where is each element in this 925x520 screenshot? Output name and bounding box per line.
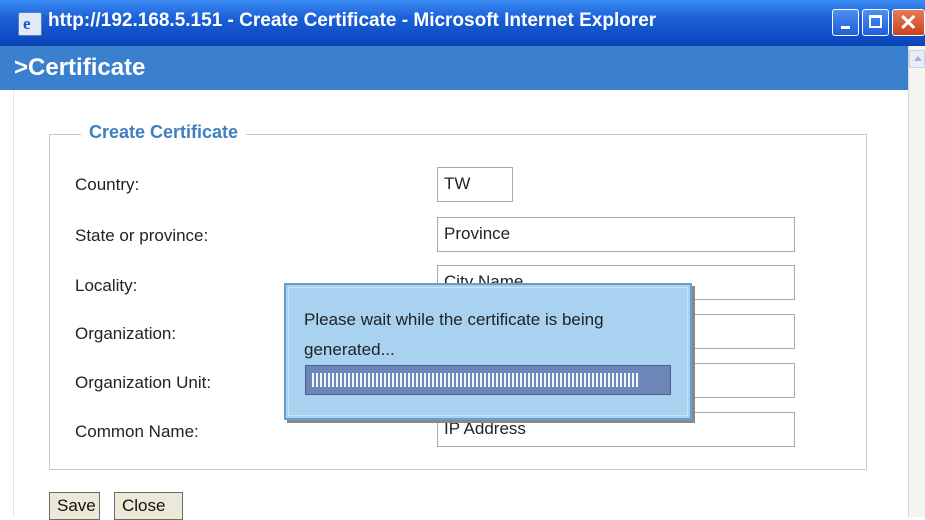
close-button[interactable]: Close [114, 492, 183, 520]
state-field[interactable]: Province [437, 217, 795, 252]
window-titlebar[interactable]: e http://192.168.5.151 - Create Certific… [0, 0, 925, 46]
organization-unit-label: Organization Unit: [75, 373, 212, 392]
vertical-scrollbar[interactable] [908, 46, 925, 517]
country-label: Country: [75, 175, 140, 194]
maximize-button[interactable] [862, 9, 889, 36]
close-window-button[interactable]: ✕ [892, 9, 925, 36]
minimize-icon [841, 26, 850, 29]
country-field[interactable]: TW [437, 167, 513, 202]
page-header: >Certificate [0, 46, 908, 90]
scroll-up-button[interactable] [909, 50, 925, 68]
state-label: State or province: [75, 226, 209, 245]
minimize-button[interactable] [832, 9, 859, 36]
organization-label: Organization: [75, 324, 177, 343]
maximize-icon [869, 15, 882, 28]
scroll-track[interactable] [909, 70, 925, 517]
locality-label: Locality: [75, 276, 138, 295]
page-left-edge [0, 90, 14, 517]
page-title: >Certificate [14, 54, 146, 81]
wait-message: Please wait while the certificate is bei… [304, 310, 604, 359]
window-title: http://192.168.5.151 - Create Certificat… [48, 10, 657, 31]
close-icon: ✕ [899, 10, 918, 35]
wait-dialog: Please wait while the certificate is bei… [284, 283, 692, 420]
chevron-up-icon [914, 56, 922, 61]
save-button[interactable]: Save [49, 492, 100, 520]
progress-bar-fill [312, 373, 639, 387]
fieldset-legend: Create Certificate [81, 122, 247, 143]
progress-bar [305, 365, 671, 395]
common-name-label: Common Name: [75, 422, 199, 441]
ie-page-icon: e [18, 12, 42, 36]
